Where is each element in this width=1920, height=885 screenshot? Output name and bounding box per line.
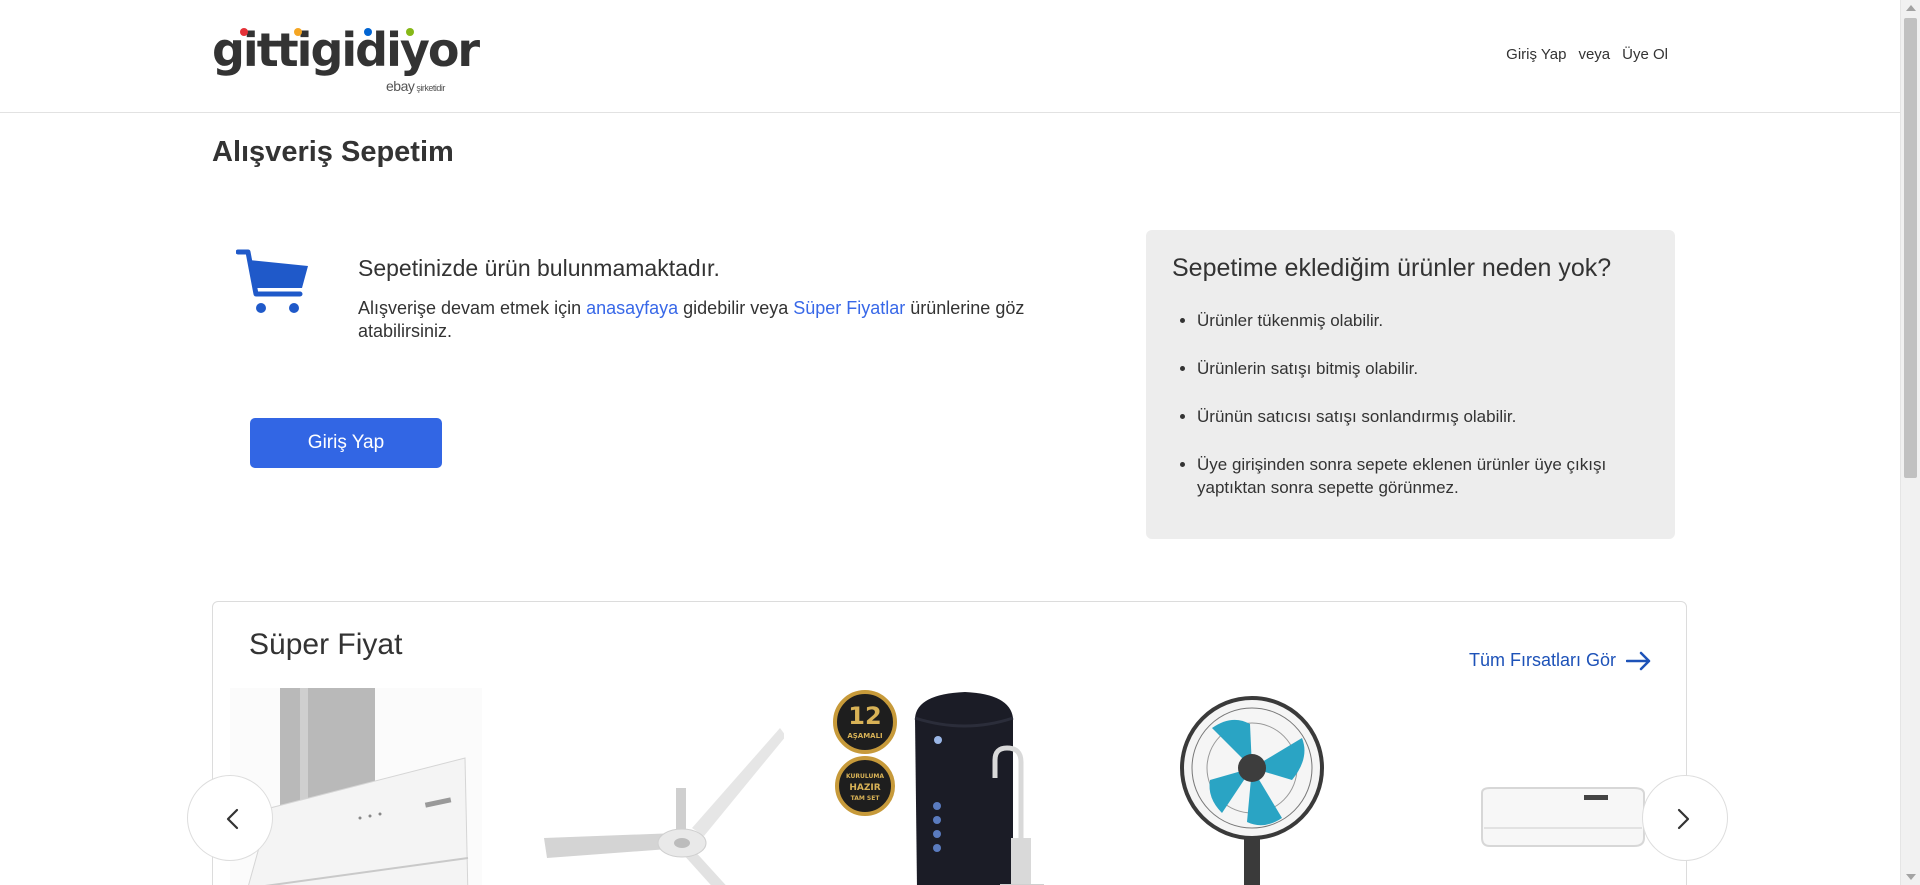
chevron-left-icon bbox=[226, 808, 239, 830]
carousel-prev-button[interactable] bbox=[187, 775, 273, 861]
badge-line-2: HAZIR bbox=[849, 783, 880, 793]
scroll-up-arrow-icon[interactable] bbox=[1906, 5, 1916, 11]
chevron-right-icon bbox=[1677, 808, 1690, 830]
shopping-cart-icon bbox=[235, 248, 310, 316]
air-conditioner-image bbox=[1434, 688, 1686, 885]
scroll-down-arrow-icon[interactable] bbox=[1906, 874, 1916, 880]
logo-sub-text: şirketidir bbox=[416, 83, 445, 93]
homepage-link[interactable]: anasayfaya bbox=[586, 298, 678, 318]
see-all-label: Tüm Fırsatları Gör bbox=[1468, 650, 1616, 670]
logo-dot-orange bbox=[294, 28, 302, 36]
logo-dot-blue bbox=[364, 28, 372, 36]
logo-wordmark: gittigidiyor bbox=[212, 23, 480, 77]
ceiling-fan-image bbox=[532, 688, 784, 885]
logo-subtitle: ebay şirketidir bbox=[386, 78, 445, 94]
super-prices-link[interactable]: Süper Fiyatlar bbox=[793, 298, 905, 318]
super-price-title: Süper Fiyat bbox=[249, 628, 403, 661]
site-header: gittigidiyor ebay şirketidir Giriş Yap ve… bbox=[0, 0, 1900, 113]
badge-line-3: TAM SET bbox=[851, 795, 881, 802]
desc-text-1: Alışverişe devam etmek için bbox=[358, 298, 587, 318]
header-or-text: veya bbox=[1578, 46, 1611, 63]
carousel-next-button[interactable] bbox=[1642, 775, 1728, 861]
product-card-desk-fan[interactable] bbox=[1132, 688, 1384, 885]
scrollbar-thumb[interactable] bbox=[1904, 18, 1917, 478]
why-box-title: Sepetime eklediğim ürünler neden yok? bbox=[1172, 254, 1612, 282]
why-missing-info-box: Sepetime eklediğim ürünler neden yok? Ür… bbox=[1146, 230, 1675, 539]
super-price-section: Süper Fiyat Tüm Fırsatları Gör 12 AŞAMAL… bbox=[212, 601, 1687, 885]
gittigidiyor-logo[interactable]: gittigidiyor ebay şirketidir bbox=[212, 23, 480, 96]
desc-text-2: gidebilir veya bbox=[678, 298, 794, 318]
product-card-air-conditioner[interactable] bbox=[1434, 688, 1686, 885]
why-reasons-list: Ürünler tükenmiş olabilir. Ürünlerin sat… bbox=[1172, 309, 1649, 499]
badge-label: AŞAMALI bbox=[847, 732, 882, 740]
empty-cart-description: Alışverişe devam etmek için anasayfaya g… bbox=[358, 297, 1078, 343]
logo-dot-red bbox=[240, 28, 248, 36]
logo-dot-green bbox=[406, 28, 414, 36]
desk-fan-image bbox=[1132, 688, 1384, 885]
product-card-water-purifier[interactable]: 12 AŞAMALI KURULUMA HAZIR TAM SET bbox=[825, 688, 1077, 885]
reason-item: Ürünlerin satışı bitmiş olabilir. bbox=[1197, 357, 1649, 380]
arrow-right-icon bbox=[1626, 651, 1651, 670]
see-all-deals-link[interactable]: Tüm Fırsatları Gör bbox=[1469, 650, 1652, 671]
reason-item: Üye girişinden sonra sepete eklenen ürün… bbox=[1197, 453, 1649, 499]
header-register-link[interactable]: Üye Ol bbox=[1622, 46, 1668, 63]
login-button[interactable]: Giriş Yap bbox=[250, 418, 442, 468]
badge-number: 12 bbox=[848, 702, 881, 730]
badge-line-1: KURULUMA bbox=[846, 773, 884, 780]
reason-item: Ürünün satıcısı satışı sonlandırmış olab… bbox=[1197, 405, 1649, 428]
empty-cart-title: Sepetinizde ürün bulunmamaktadır. bbox=[358, 255, 720, 281]
reason-item: Ürünler tükenmiş olabilir. bbox=[1197, 309, 1649, 332]
water-purifier-image: 12 AŞAMALI KURULUMA HAZIR TAM SET bbox=[825, 688, 1077, 885]
product-card-kitchen-hood[interactable] bbox=[230, 688, 482, 885]
header-auth-links: Giriş Yap veya Üye Ol bbox=[1506, 46, 1668, 63]
header-login-link[interactable]: Giriş Yap bbox=[1506, 46, 1566, 63]
ebay-logo: ebay bbox=[386, 78, 415, 94]
page-title: Alışveriş Sepetim bbox=[212, 136, 454, 168]
page-scrollbar[interactable] bbox=[1900, 0, 1920, 885]
product-card-ceiling-fan[interactable] bbox=[532, 688, 784, 885]
kitchen-hood-image bbox=[230, 688, 482, 885]
